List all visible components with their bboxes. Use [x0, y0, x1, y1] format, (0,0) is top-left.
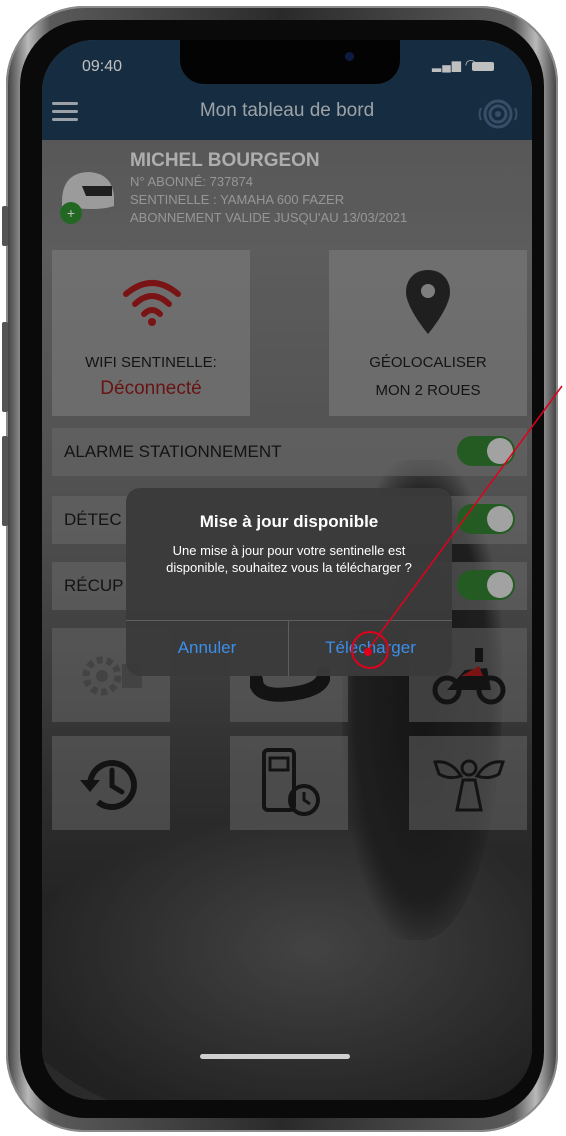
app-screen: 09:40 ▂▄▆ ◠ Mon tableau de bord + MICHEL… — [42, 40, 532, 1100]
download-button[interactable]: Télécharger — [289, 620, 452, 676]
home-indicator — [200, 1054, 350, 1059]
mute-switch — [2, 206, 8, 246]
dialog-title: Mise à jour disponible — [199, 512, 379, 531]
volume-up-button — [2, 322, 8, 412]
dialog-message: Une mise à jour pour votre sentinelle es… — [166, 543, 412, 575]
update-dialog: Mise à jour disponible Une mise à jour p… — [126, 488, 452, 676]
volume-down-button — [2, 436, 8, 526]
cancel-button[interactable]: Annuler — [126, 620, 288, 676]
